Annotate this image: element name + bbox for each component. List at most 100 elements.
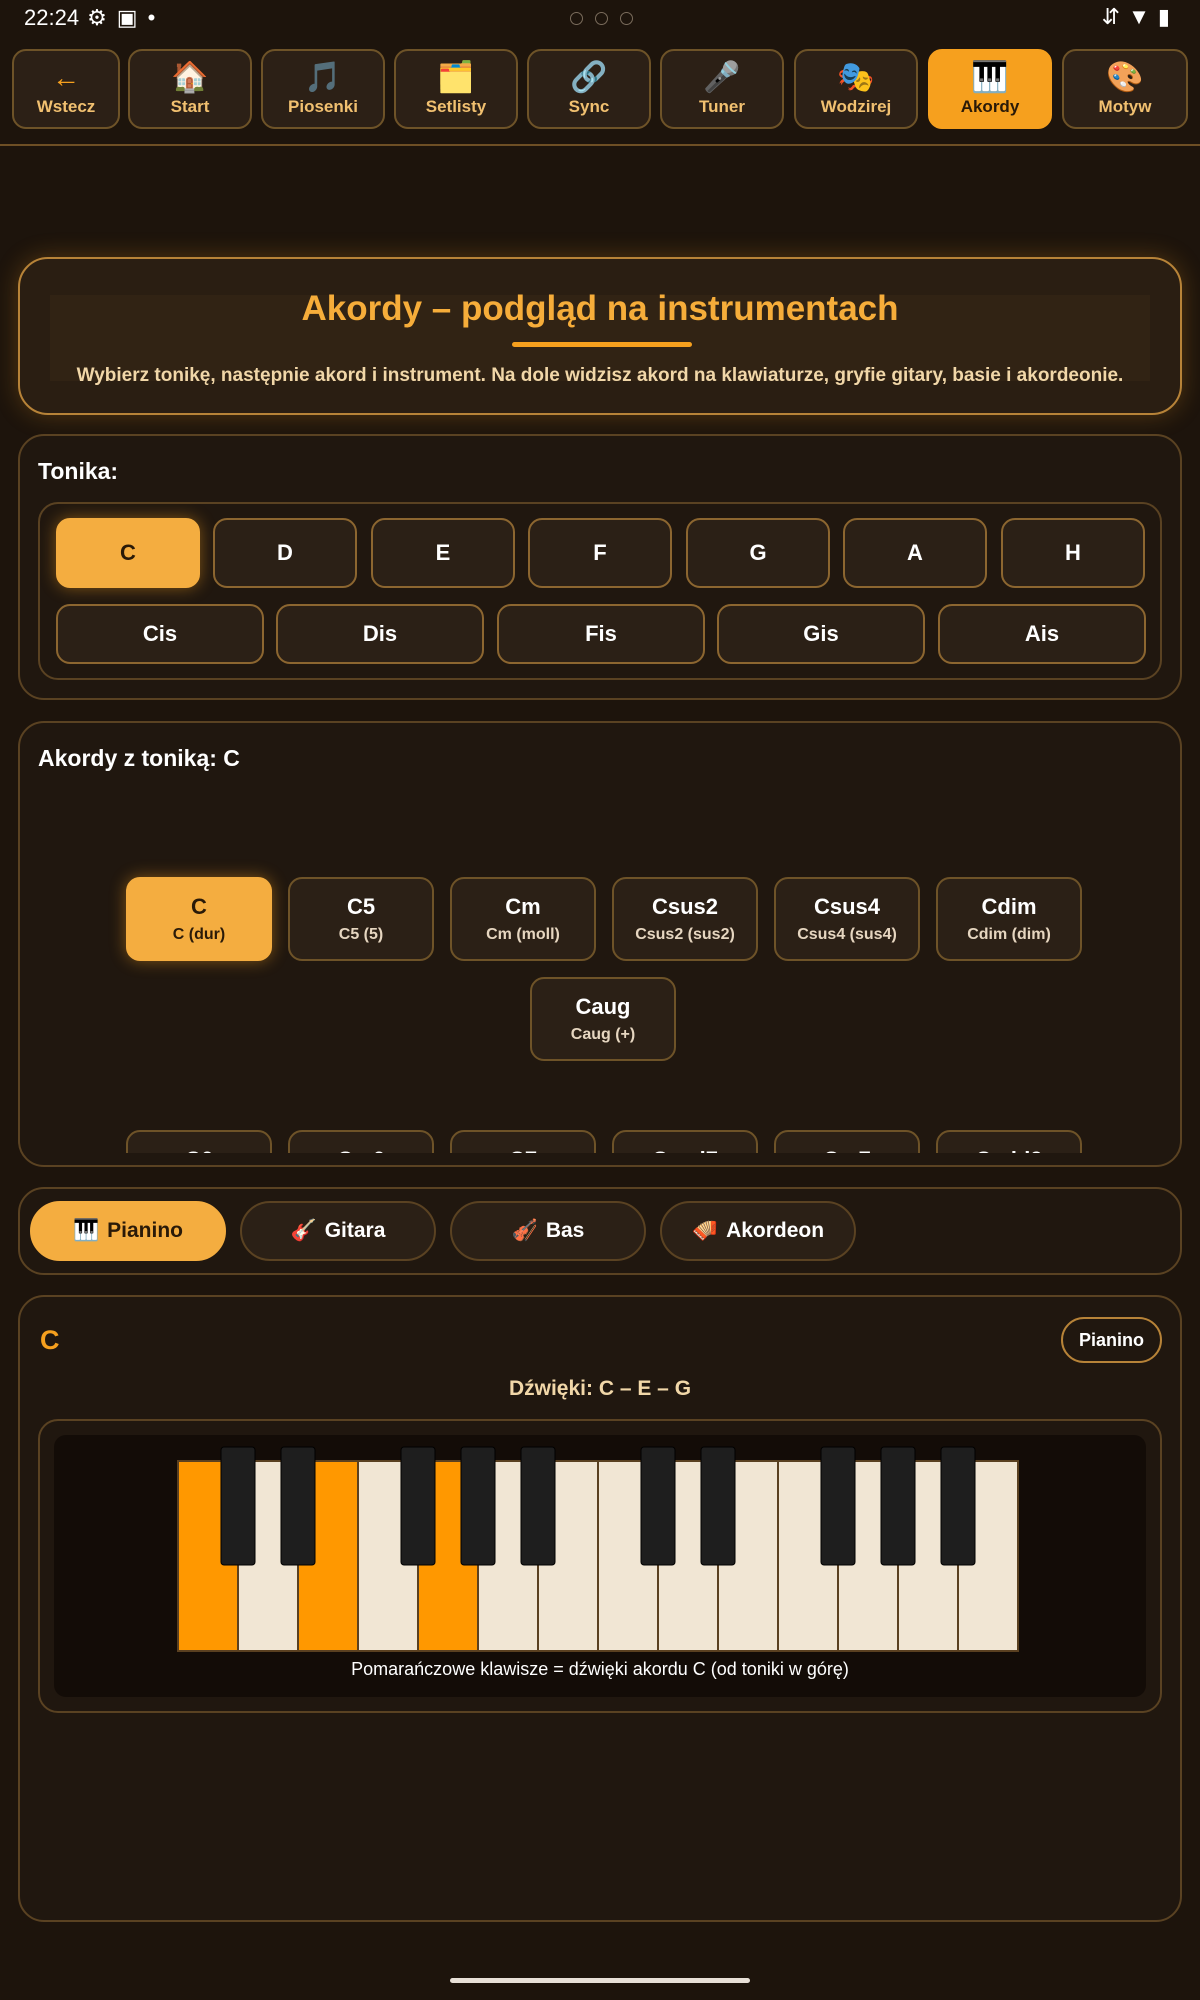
tonic-button-cis[interactable]: Cis bbox=[56, 604, 264, 664]
tonic-button-g[interactable]: G bbox=[686, 518, 830, 588]
chord-button-c[interactable]: C C (dur) bbox=[126, 877, 272, 961]
tonic-button-a[interactable]: A bbox=[843, 518, 987, 588]
chord-button-cdim[interactable]: Cdim Cdim (dim) bbox=[936, 877, 1082, 961]
nav-item-wstecz[interactable]: ← Wstecz bbox=[12, 49, 120, 129]
instrument-label: Gitara bbox=[324, 1219, 386, 1242]
piano-key-black bbox=[880, 1446, 916, 1566]
music-note-icon: 🎵 bbox=[304, 61, 342, 94]
title-underline bbox=[512, 342, 692, 347]
chords-panel: Akordy z toniką: C Rozszerzone CC (dur)C… bbox=[18, 721, 1182, 1167]
chord-button-csus4[interactable]: Csus4 Csus4 (sus4) bbox=[774, 877, 920, 961]
chord-name: Caug bbox=[575, 994, 631, 1019]
page-indicator bbox=[570, 12, 633, 25]
chord-name: Csus2 bbox=[651, 894, 719, 919]
chord-view-panel: C Pianino Dźwięki: C – E – G Pomarańczow… bbox=[18, 1295, 1182, 1922]
chord-button-c5[interactable]: C5 C5 (5) bbox=[288, 877, 434, 961]
tonic-panel: Tonika: C D E F G A H Cis Dis Fis Gis Ais bbox=[18, 434, 1182, 700]
instrument-button-bas[interactable]: 🎻 Bas bbox=[450, 1201, 646, 1261]
piano-icon: 🎹 bbox=[73, 1219, 100, 1242]
chord-button-csus2[interactable]: Csus2 Csus2 (sus2) bbox=[612, 877, 758, 961]
nav-item-label: Tuner bbox=[699, 97, 745, 116]
nav-item-label: Start bbox=[170, 97, 210, 116]
chord-description: C (dur) bbox=[172, 926, 226, 943]
chord-name: C5 bbox=[346, 894, 376, 919]
piano-key-black bbox=[220, 1446, 256, 1566]
chord-name: Cm bbox=[505, 894, 541, 919]
keyboard-container: Pomarańczowe klawisze = dźwięki akordu C… bbox=[54, 1435, 1146, 1697]
chord-button-cm[interactable]: Cm Cm (moll) bbox=[450, 877, 596, 961]
nav-item-label: Piosenki bbox=[288, 97, 358, 116]
nav-item-label: Akordy bbox=[960, 97, 1020, 116]
tonic-button-d[interactable]: D bbox=[213, 518, 357, 588]
chords-scroll-area[interactable]: Rozszerzone CC (dur)C5C5 (5)CmCm (moll)C… bbox=[22, 785, 1180, 1153]
chord-button-caug[interactable]: Caug Caug (+) bbox=[530, 977, 676, 1061]
gesture-handle[interactable] bbox=[450, 1978, 750, 1983]
tonic-button-c[interactable]: C bbox=[56, 518, 200, 588]
accordion-icon: 🪗 bbox=[691, 1219, 719, 1242]
piano-key-black bbox=[520, 1446, 556, 1566]
chord-button-cm6[interactable]: Cm6Cm6 (m6) bbox=[288, 1130, 434, 1153]
nav-item-start[interactable]: 🏠 Start bbox=[128, 49, 252, 129]
home-icon: 🏠 bbox=[171, 61, 209, 94]
piano-key-black bbox=[820, 1446, 856, 1566]
keyboard-caption: Pomarańczowe klawisze = dźwięki akordu C… bbox=[351, 1659, 849, 1679]
chord-name: C6 bbox=[185, 1147, 213, 1153]
instrument-badge: Pianino bbox=[1060, 1317, 1162, 1363]
nav-item-label: Motyw bbox=[1098, 97, 1152, 116]
instrument-button-gitara[interactable]: 🎸 Gitara bbox=[240, 1201, 436, 1261]
keyboard-frame: Pomarańczowe klawisze = dźwięki akordu C… bbox=[38, 1419, 1162, 1713]
chord-name: Cadd9 bbox=[975, 1147, 1042, 1153]
chord-description: Csus4 (sus4) bbox=[797, 926, 897, 943]
theater-masks-icon: 🎭 bbox=[837, 61, 875, 94]
nav-item-tuner[interactable]: 🎤 Tuner bbox=[660, 49, 784, 129]
piano-key-black bbox=[460, 1446, 496, 1566]
chord-description: Cm (moll) bbox=[486, 926, 560, 943]
nav-item-label: Wodzirej bbox=[820, 97, 892, 116]
folder-icon: ▣ bbox=[116, 5, 138, 30]
chord-name: Cmaj7 bbox=[652, 1147, 718, 1153]
gear-icon: ⚙ bbox=[87, 5, 107, 30]
chords-title: Akordy z toniką: C bbox=[38, 745, 240, 771]
piano-key-black bbox=[700, 1446, 736, 1566]
nav-item-label: Setlisty bbox=[425, 97, 487, 116]
piano-keyboard bbox=[177, 1446, 1019, 1652]
tonic-button-fis[interactable]: Fis bbox=[497, 604, 705, 664]
chord-button-cm7[interactable]: Cm7Cm7 (m7) bbox=[774, 1130, 920, 1153]
microphone-icon: 🎤 bbox=[703, 61, 741, 94]
nav-item-setlisty[interactable]: 🗂️ Setlisty bbox=[394, 49, 518, 129]
tonic-button-gis[interactable]: Gis bbox=[717, 604, 925, 664]
chord-name: Csus4 bbox=[813, 894, 881, 919]
nav-item-wodzirej[interactable]: 🎭 Wodzirej bbox=[794, 49, 918, 129]
chord-description: Caug (+) bbox=[570, 1026, 636, 1043]
tonic-button-ais[interactable]: Ais bbox=[938, 604, 1146, 664]
clock: 22:24 bbox=[24, 5, 80, 30]
guitar-icon: 🎸 bbox=[290, 1219, 317, 1242]
nav-item-motyw[interactable]: 🎨 Motyw bbox=[1062, 49, 1188, 129]
wifi-icon: ▼ bbox=[1128, 4, 1150, 29]
chord-button-c6[interactable]: C6C6 (6) bbox=[126, 1130, 272, 1153]
instrument-button-pianino[interactable]: 🎹 Pianino bbox=[30, 1201, 226, 1261]
palette-icon: 🎨 bbox=[1106, 61, 1144, 94]
chord-description: Csus2 (sus2) bbox=[635, 926, 735, 943]
instrument-button-akordeon[interactable]: 🪗 Akordeon bbox=[660, 1201, 856, 1261]
status-bar: 22:24 ⚙ ▣ • ⇵ ▼ ▮ bbox=[0, 0, 1200, 36]
header-card: Akordy – podgląd na instrumentach Wybier… bbox=[18, 257, 1182, 415]
instrument-label: Akordeon bbox=[726, 1219, 825, 1242]
nav-item-sync[interactable]: 🔗 Sync bbox=[527, 49, 651, 129]
chord-button-c7[interactable]: C7C7 (7) bbox=[450, 1130, 596, 1153]
piano-key-black bbox=[400, 1446, 436, 1566]
instrument-label: Pianino bbox=[107, 1219, 183, 1242]
nav-item-akordy[interactable]: 🎹 Akordy bbox=[928, 49, 1052, 129]
top-navigation: ← Wstecz 🏠 Start 🎵 Piosenki 🗂️ Setlisty 🔗 Sync 🎤 Tu… bbox=[0, 36, 1200, 146]
nav-item-piosenki[interactable]: 🎵 Piosenki bbox=[261, 49, 385, 129]
tonic-button-e[interactable]: E bbox=[371, 518, 515, 588]
tonic-button-f[interactable]: F bbox=[528, 518, 672, 588]
chord-button-cadd9[interactable]: Cadd9Cadd9 (add9) bbox=[936, 1130, 1082, 1153]
tonic-buttons: C D E F G A H Cis Dis Fis Gis Ais bbox=[38, 502, 1162, 680]
folder-tabs-icon: 🗂️ bbox=[437, 61, 475, 94]
chord-description: Cdim (dim) bbox=[967, 926, 1051, 943]
tonic-button-h[interactable]: H bbox=[1001, 518, 1145, 588]
back-arrow-icon: ← bbox=[52, 62, 80, 93]
chord-button-cmaj7[interactable]: Cmaj7Cmaj7 (maj7) bbox=[612, 1130, 758, 1153]
tonic-button-dis[interactable]: Dis bbox=[276, 604, 484, 664]
